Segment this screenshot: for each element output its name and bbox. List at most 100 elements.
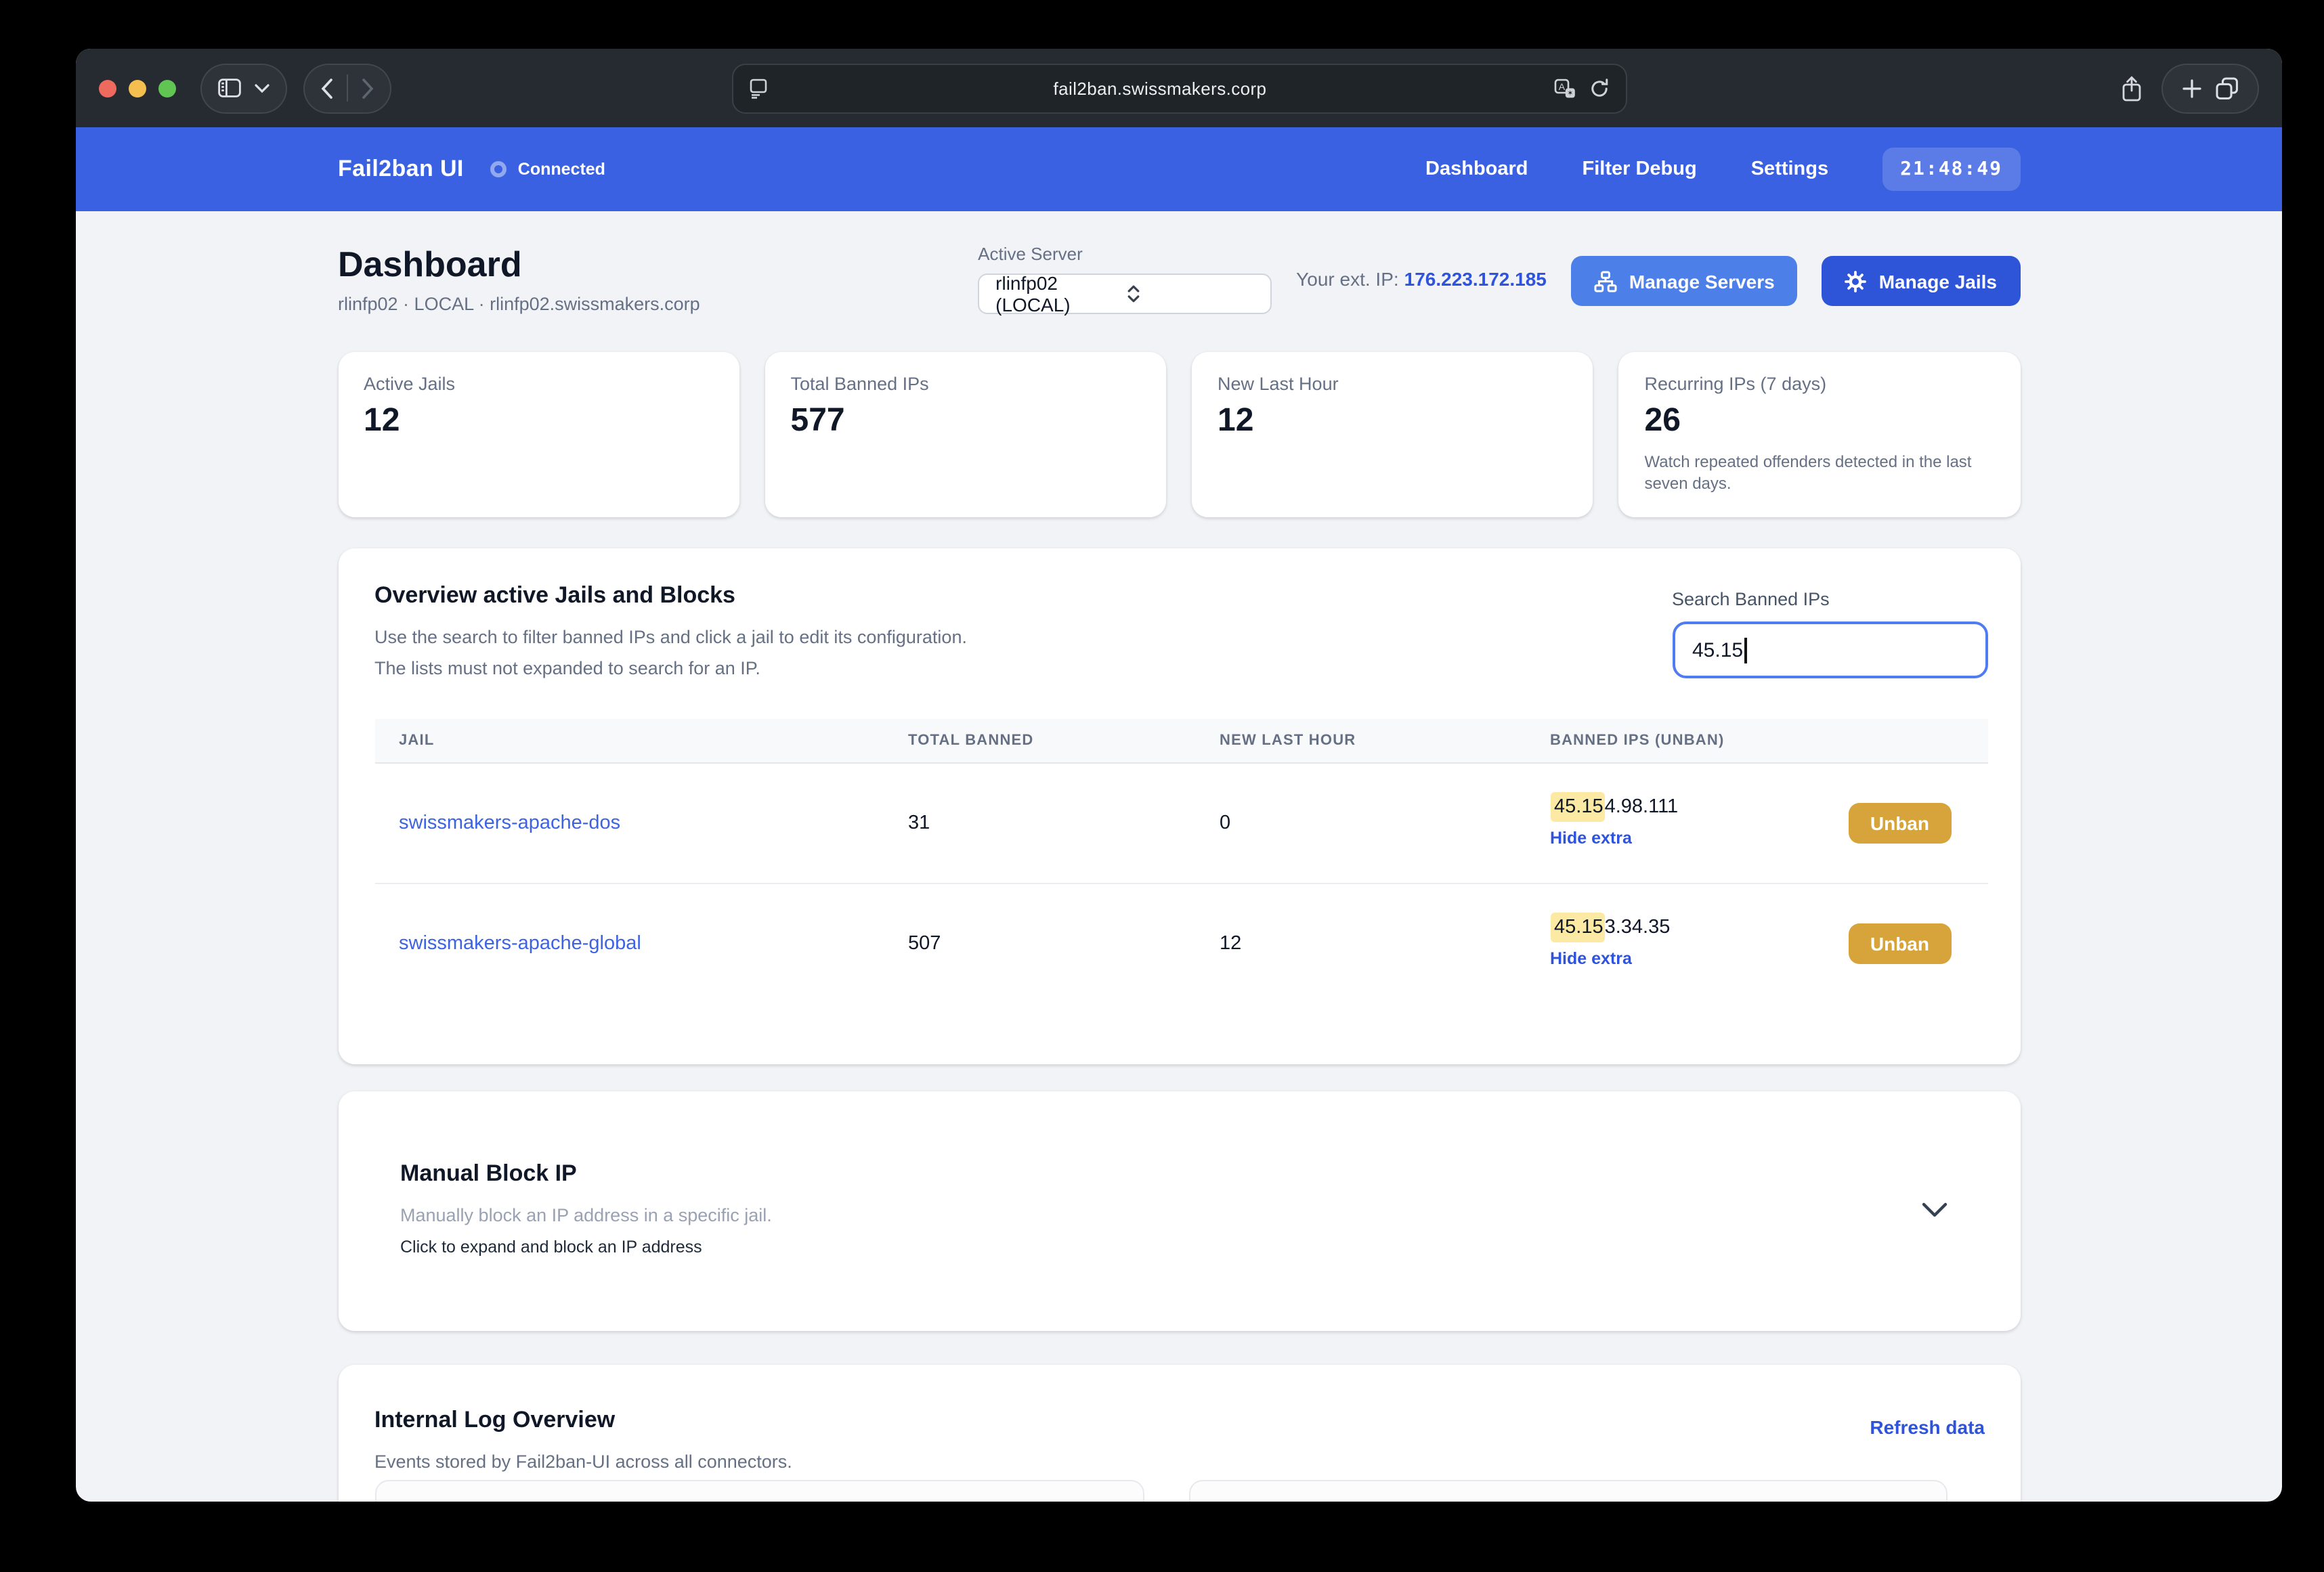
history-nav — [303, 63, 391, 113]
search-input-value: 45.15 — [1692, 638, 1744, 661]
sidebar-icon[interactable] — [218, 79, 241, 97]
unban-button[interactable]: Unban — [1848, 923, 1951, 963]
new-tab-icon[interactable] — [2182, 78, 2202, 98]
clock-badge: 21:48:49 — [1882, 148, 2020, 191]
url-text: fail2ban.swissmakers.corp — [1053, 79, 1267, 99]
banned-ip: 45.15 4.98.111 — [1550, 792, 1679, 822]
chevron-down-icon[interactable] — [255, 83, 270, 93]
active-server-value: rlinfp02 (LOCAL) — [995, 272, 1071, 315]
stat-card-recurring-ips: Recurring IPs (7 days) 26 Watch repeated… — [1618, 352, 2020, 517]
search-block: Search Banned IPs 45.15 — [1672, 589, 1987, 678]
app-brand: Fail2ban UI — [338, 156, 464, 181]
internal-log-description: Events stored by Fail2ban-UI across all … — [374, 1451, 792, 1472]
column-header-total-banned: TOTAL BANNED — [908, 733, 1034, 749]
external-ip-label: Your ext. IP: — [1296, 268, 1399, 290]
active-server-label: Active Server — [978, 244, 1083, 264]
new-last-hour-value: 12 — [1220, 932, 1242, 954]
safari-window: fail2ban.swissmakers.corp A ✶ Fail2ban U… — [76, 49, 2282, 1502]
close-button[interactable] — [99, 79, 116, 97]
refresh-data-link[interactable]: Refresh data — [1870, 1416, 1985, 1438]
internal-log-title: Internal Log Overview — [374, 1407, 616, 1433]
chevron-down-icon[interactable] — [1921, 1202, 1947, 1217]
new-last-hour-value: 0 — [1220, 812, 1231, 834]
page-title: Dashboard — [338, 244, 522, 284]
jail-link[interactable]: swissmakers-apache-dos — [399, 812, 620, 834]
gear-icon — [1845, 270, 1867, 292]
dashboard-header: Dashboard rlinfp02 · LOCAL · rlinfp02.sw… — [338, 244, 2020, 315]
search-banned-ips-label: Search Banned IPs — [1672, 589, 1830, 609]
table-row: swissmakers-apache-dos 31 0 45.15 4.98.11… — [374, 764, 1987, 883]
overview-card: Overview active Jails and Blocks Use the… — [338, 548, 2020, 1064]
log-toolbar-control-fragment[interactable] — [374, 1480, 1144, 1502]
log-toolbar-control-fragment[interactable] — [1188, 1480, 1947, 1502]
nav-link-settings[interactable]: Settings — [1751, 158, 1828, 180]
minimize-button[interactable] — [129, 79, 146, 97]
page-content: Dashboard rlinfp02 · LOCAL · rlinfp02.sw… — [76, 211, 2282, 1502]
jail-link[interactable]: swissmakers-apache-global — [399, 932, 641, 954]
unban-button[interactable]: Unban — [1848, 803, 1951, 844]
manage-servers-label: Manage Servers — [1629, 270, 1775, 292]
hide-extra-link[interactable]: Hide extra — [1550, 829, 1632, 848]
stat-note: Watch repeated offenders detected in the… — [1644, 452, 1972, 493]
stat-value: 12 — [364, 402, 400, 439]
svg-text:✶: ✶ — [1566, 89, 1572, 97]
manual-block-description: Manually block an IP address in a specif… — [400, 1205, 772, 1225]
sidebar-control — [200, 63, 287, 113]
sitemap-icon — [1594, 270, 1617, 292]
total-banned-value: 31 — [908, 812, 930, 834]
table-row: swissmakers-apache-global 507 12 45.15 3.… — [374, 883, 1987, 1002]
jails-table: JAIL TOTAL BANNED NEW LAST HOUR BANNED I… — [374, 719, 1987, 1002]
stat-label: Recurring IPs (7 days) — [1644, 374, 1827, 394]
stat-value: 12 — [1218, 402, 1254, 439]
stat-value: 26 — [1644, 402, 1681, 439]
translate-icon[interactable]: A ✶ — [1553, 79, 1575, 99]
ip-rest: 4.98.111 — [1604, 796, 1679, 818]
external-ip: Your ext. IP: 176.223.172.185 — [1296, 268, 1547, 290]
address-bar[interactable]: fail2ban.swissmakers.corp A ✶ — [731, 64, 1627, 114]
divider — [347, 74, 348, 102]
reader-icon[interactable] — [749, 79, 767, 99]
manage-jails-label: Manage Jails — [1878, 270, 1997, 292]
forward-icon[interactable] — [362, 78, 374, 98]
banned-ip: 45.15 3.34.35 — [1550, 912, 1671, 942]
nav-link-filter-debug[interactable]: Filter Debug — [1583, 158, 1697, 180]
tab-controls — [2161, 63, 2259, 113]
tab-overview-icon[interactable] — [2216, 77, 2239, 100]
page-subtitle: rlinfp02 · LOCAL · rlinfp02.swissmakers.… — [338, 294, 700, 314]
app-navbar: Fail2ban UI Connected Dashboard Filter D… — [76, 127, 2282, 211]
search-banned-ips-input[interactable]: 45.15 — [1672, 621, 1987, 678]
hide-extra-link[interactable]: Hide extra — [1550, 948, 1632, 967]
ip-match-highlight: 45.15 — [1550, 792, 1605, 822]
column-header-new-last-hour: NEW LAST HOUR — [1220, 733, 1356, 749]
connection-status: Connected — [517, 160, 605, 179]
nav-link-dashboard[interactable]: Dashboard — [1425, 158, 1528, 180]
active-server-select[interactable]: rlinfp02 (LOCAL) — [978, 272, 1272, 315]
browser-toolbar: fail2ban.swissmakers.corp A ✶ — [76, 49, 2282, 127]
select-updown-icon — [1127, 284, 1258, 303]
manual-block-title: Manual Block IP — [400, 1160, 577, 1186]
text-caret — [1744, 637, 1748, 663]
manual-block-hint: Click to expand and block an IP address — [400, 1238, 702, 1257]
stat-card-active-jails: Active Jails 12 — [338, 352, 739, 517]
window-controls — [99, 79, 176, 97]
share-icon[interactable] — [2121, 75, 2143, 101]
manual-block-card[interactable]: Manual Block IP Manually block an IP add… — [338, 1091, 2020, 1331]
stat-label: Active Jails — [364, 374, 456, 394]
manage-servers-button[interactable]: Manage Servers — [1570, 256, 1798, 306]
external-ip-value: 176.223.172.185 — [1404, 268, 1547, 290]
column-header-banned-ips: BANNED IPS (UNBAN) — [1550, 733, 1725, 749]
stat-card-total-banned: Total Banned IPs 577 — [765, 352, 1166, 517]
connected-ring-icon — [490, 161, 507, 177]
svg-text:A: A — [1558, 81, 1565, 92]
internal-log-card: Internal Log Overview Events stored by F… — [338, 1365, 2020, 1502]
stat-label: Total Banned IPs — [790, 374, 929, 394]
total-banned-value: 507 — [908, 932, 941, 954]
manage-jails-button[interactable]: Manage Jails — [1822, 256, 2020, 306]
back-icon[interactable] — [321, 78, 333, 98]
desktop: fail2ban.swissmakers.corp A ✶ Fail2ban U… — [0, 0, 2324, 1572]
reload-icon[interactable] — [1589, 79, 1609, 99]
ip-rest: 3.34.35 — [1604, 916, 1671, 938]
stat-value: 577 — [790, 402, 845, 439]
column-header-jail: JAIL — [399, 733, 435, 749]
zoom-button[interactable] — [158, 79, 176, 97]
